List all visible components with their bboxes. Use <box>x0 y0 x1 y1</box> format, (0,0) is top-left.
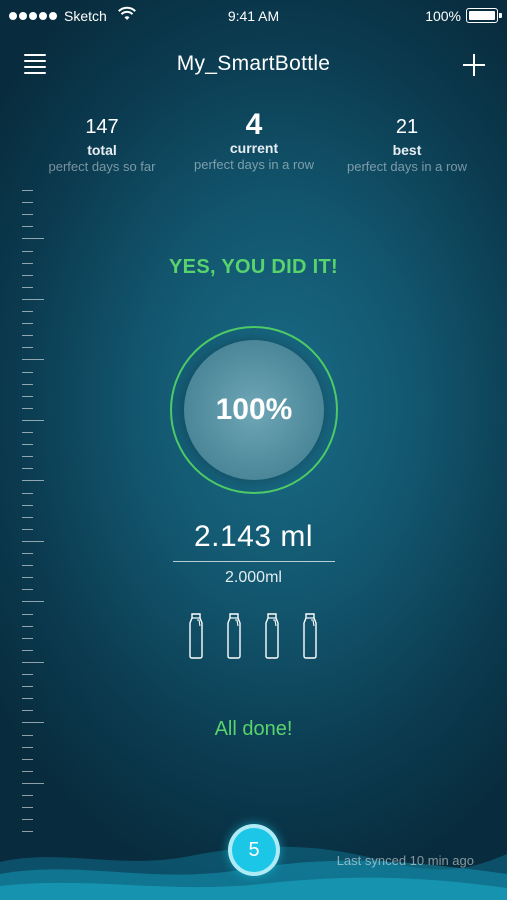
ruler-tick <box>22 565 33 567</box>
stat-total-sub: perfect days so far <box>48 159 156 174</box>
status-bar: Sketch 9:41 AM 100% <box>0 0 507 32</box>
ruler-tick <box>22 190 33 191</box>
ruler-tick <box>22 371 33 373</box>
ruler-tick <box>22 202 33 204</box>
ruler-tick <box>22 601 44 603</box>
volume-readout: 2.143 ml <box>193 520 314 553</box>
ruler-tick <box>22 625 33 627</box>
ruler-tick <box>22 795 33 796</box>
stat-current: 4 current perfect days in a row <box>179 108 329 173</box>
ruler-tick <box>22 589 33 591</box>
ruler-tick <box>22 698 33 700</box>
success-message: YES, YOU DID IT! <box>169 256 338 278</box>
bottle-icon <box>302 613 318 659</box>
battery-percent: 100% <box>425 8 461 24</box>
ruler-tick <box>22 758 33 760</box>
ruler-tick <box>22 311 33 312</box>
ruler-tick <box>22 516 33 518</box>
ruler-tick <box>22 383 33 385</box>
ruler-tick <box>22 323 33 325</box>
ruler-tick <box>22 480 44 482</box>
bottles-row <box>188 613 323 661</box>
ruler-tick <box>22 214 33 216</box>
ruler-tick <box>22 335 33 337</box>
ruler-tick <box>22 432 33 433</box>
ruler-tick <box>22 298 44 300</box>
ruler-tick <box>22 770 33 772</box>
ruler-tick <box>22 661 44 663</box>
ruler-tick <box>22 226 33 228</box>
day-badge[interactable]: 5 <box>228 824 280 876</box>
ruler-tick <box>22 831 33 833</box>
bottle-icon <box>226 613 242 659</box>
ruler-tick <box>22 286 33 288</box>
ruler-tick <box>22 468 33 470</box>
ruler-tick <box>22 238 44 240</box>
water-level-ruler <box>22 190 46 840</box>
bottle-icon <box>264 613 280 659</box>
volume-divider <box>173 561 335 562</box>
stat-current-label: current <box>229 140 279 156</box>
stat-current-value: 4 <box>245 108 263 141</box>
stat-current-sub: perfect days in a row <box>194 157 314 172</box>
add-icon[interactable] <box>463 54 485 76</box>
ruler-tick <box>22 710 33 712</box>
sync-status: Last synced 10 min ago <box>336 853 474 868</box>
stat-best-value: 21 <box>395 116 419 138</box>
ruler-tick <box>22 250 33 252</box>
stat-total-label: total <box>87 142 117 158</box>
ruler-tick <box>22 504 33 506</box>
ruler-tick <box>22 407 33 409</box>
ruler-tick <box>22 492 33 494</box>
nav-bar: My_SmartBottle <box>0 44 507 84</box>
ruler-tick <box>22 395 33 397</box>
stat-best: 21 best perfect days in a row <box>332 112 482 174</box>
ruler-tick <box>22 686 33 688</box>
stat-best-sub: perfect days in a row <box>347 159 467 174</box>
ruler-tick <box>22 359 44 361</box>
ruler-tick <box>22 444 33 446</box>
ruler-tick <box>22 456 33 458</box>
ruler-tick <box>22 419 44 421</box>
stats-row: 147 total perfect days so far 4 current … <box>0 108 507 182</box>
progress-ring: 100% <box>170 326 338 494</box>
ruler-tick <box>22 819 33 821</box>
ruler-tick <box>22 807 33 809</box>
daily-goal: 2.000ml <box>225 569 282 586</box>
progress-percent: 100% <box>215 393 293 426</box>
ruler-tick <box>22 613 33 615</box>
app-title: My_SmartBottle <box>176 52 331 75</box>
stat-total: 147 total perfect days so far <box>27 112 177 174</box>
ruler-tick <box>22 347 33 349</box>
ruler-tick <box>22 674 33 675</box>
stat-total-value: 147 <box>85 116 119 138</box>
ruler-tick <box>22 746 33 748</box>
ruler-tick <box>22 782 44 784</box>
ruler-tick <box>22 649 33 651</box>
stat-best-label: best <box>392 142 422 158</box>
done-message: All done! <box>214 718 293 740</box>
bottle-icon <box>188 613 204 659</box>
ruler-tick <box>22 637 33 639</box>
battery-icon <box>466 8 502 23</box>
